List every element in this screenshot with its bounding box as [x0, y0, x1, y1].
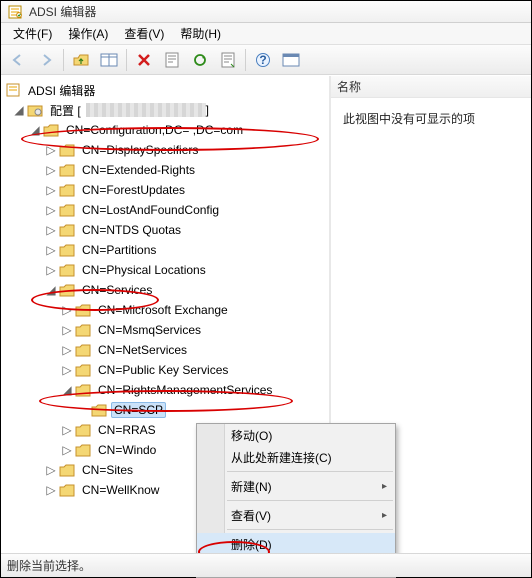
tree-node[interactable]: CN=ForestUpdates: [79, 182, 188, 198]
redacted-bracket: ]: [206, 103, 209, 117]
up-button[interactable]: [68, 48, 94, 72]
menubar: 文件(F) 操作(A) 查看(V) 帮助(H): [1, 23, 531, 45]
tree-node[interactable]: CN=LostAndFoundConfig: [79, 202, 222, 218]
back-button[interactable]: [5, 48, 31, 72]
tree-node-rms[interactable]: CN=RightsManagementServices: [95, 382, 275, 398]
folder-icon: [59, 243, 75, 257]
expand-toggle[interactable]: ▷: [45, 264, 57, 276]
context-menu-view[interactable]: 查看(V): [197, 504, 395, 526]
folder-icon: [59, 283, 75, 297]
tree-node[interactable]: CN=DisplaySpecifiers: [79, 142, 201, 158]
expand-toggle[interactable]: ▷: [61, 304, 73, 316]
menu-help[interactable]: 帮助(H): [172, 23, 229, 44]
tree-node-services[interactable]: CN=Services: [79, 282, 155, 298]
folder-icon: [75, 323, 91, 337]
folder-icon: [59, 163, 75, 177]
expand-toggle[interactable]: ▷: [61, 344, 73, 356]
folder-icon: [59, 183, 75, 197]
status-text: 删除当前选择。: [7, 557, 91, 574]
tree-node[interactable]: CN=Windo: [95, 442, 159, 458]
tree-node[interactable]: CN=Partitions: [79, 242, 159, 258]
help-button[interactable]: ?: [250, 48, 276, 72]
status-bar: 删除当前选择。: [1, 553, 531, 577]
tree-node[interactable]: CN=Microsoft Exchange: [95, 302, 231, 318]
expand-toggle[interactable]: ◢: [13, 104, 25, 116]
tree-root[interactable]: ADSI 编辑器: [25, 81, 98, 100]
settings-icon: [27, 103, 43, 117]
folder-icon: [59, 223, 75, 237]
tree-node[interactable]: CN=Extended-Rights: [79, 162, 198, 178]
expand-toggle[interactable]: ▷: [45, 184, 57, 196]
folder-icon: [75, 343, 91, 357]
app-icon: [5, 82, 21, 98]
view-columns-button[interactable]: [96, 48, 122, 72]
redacted-text: [86, 103, 206, 117]
menu-action[interactable]: 操作(A): [60, 23, 116, 44]
menu-separator: [227, 500, 393, 501]
folder-icon: [59, 143, 75, 157]
delete-button[interactable]: [131, 48, 157, 72]
column-header-name[interactable]: 名称: [331, 76, 531, 98]
expand-toggle[interactable]: ▷: [61, 324, 73, 336]
context-menu-move[interactable]: 移动(O): [197, 424, 395, 446]
tree-node[interactable]: CN=WellKnow: [79, 482, 162, 498]
expand-toggle[interactable]: ▷: [45, 164, 57, 176]
tree-node[interactable]: CN=MsmqServices: [95, 322, 204, 338]
expand-toggle[interactable]: ◢: [61, 384, 73, 396]
folder-icon: [59, 263, 75, 277]
folder-icon: [75, 443, 91, 457]
menu-file[interactable]: 文件(F): [5, 23, 60, 44]
expand-toggle[interactable]: ▷: [61, 364, 73, 376]
menu-separator: [227, 529, 393, 530]
tree-node[interactable]: CN=NetServices: [95, 342, 190, 358]
folder-icon: [75, 383, 91, 397]
expand-toggle[interactable]: ▷: [45, 204, 57, 216]
folder-icon: [59, 203, 75, 217]
export-button[interactable]: [215, 48, 241, 72]
tree-node-scp[interactable]: CN=SCP: [111, 402, 166, 418]
tree-node[interactable]: CN=Sites: [79, 462, 136, 478]
context-menu-delete[interactable]: 删除(D): [197, 533, 395, 555]
app-icon: [7, 4, 23, 20]
tree-node[interactable]: CN=NTDS Quotas: [79, 222, 184, 238]
window-button[interactable]: [278, 48, 304, 72]
menu-view[interactable]: 查看(V): [116, 23, 172, 44]
expand-toggle[interactable]: ▷: [45, 484, 57, 496]
folder-icon: [75, 363, 91, 377]
properties-button[interactable]: [159, 48, 185, 72]
expand-toggle[interactable]: ▷: [45, 144, 57, 156]
folder-icon: [75, 423, 91, 437]
menu-separator: [227, 471, 393, 472]
context-menu-new-connection[interactable]: 从此处新建连接(C): [197, 446, 395, 468]
expand-toggle[interactable]: ▷: [45, 464, 57, 476]
tree-node[interactable]: CN=Physical Locations: [79, 262, 209, 278]
expand-toggle[interactable]: ▷: [61, 424, 73, 436]
tree-config-label[interactable]: 配置 [: [47, 101, 84, 120]
refresh-button[interactable]: [187, 48, 213, 72]
expand-toggle[interactable]: ▷: [45, 244, 57, 256]
expand-toggle[interactable]: ◢: [29, 124, 41, 136]
window-title: ADSI 编辑器: [29, 3, 96, 20]
toolbar-divider: [63, 49, 64, 71]
forward-button[interactable]: [33, 48, 59, 72]
svg-text:?: ?: [259, 53, 266, 67]
toolbar: ?: [1, 45, 531, 75]
tree-node[interactable]: CN=Public Key Services: [95, 362, 231, 378]
toolbar-divider: [245, 49, 246, 71]
toolbar-divider: [126, 49, 127, 71]
folder-icon: [91, 403, 107, 417]
folder-icon: [75, 303, 91, 317]
context-menu-new[interactable]: 新建(N): [197, 475, 395, 497]
folder-icon: [43, 123, 59, 137]
folder-icon: [59, 483, 75, 497]
folder-icon: [59, 463, 75, 477]
expand-toggle[interactable]: ▷: [45, 224, 57, 236]
tree-node-configuration[interactable]: CN=Configuration,DC= ,DC=com: [63, 122, 246, 138]
expand-toggle[interactable]: ◢: [45, 284, 57, 296]
expand-toggle[interactable]: ▷: [61, 444, 73, 456]
tree-node[interactable]: CN=RRAS: [95, 422, 159, 438]
